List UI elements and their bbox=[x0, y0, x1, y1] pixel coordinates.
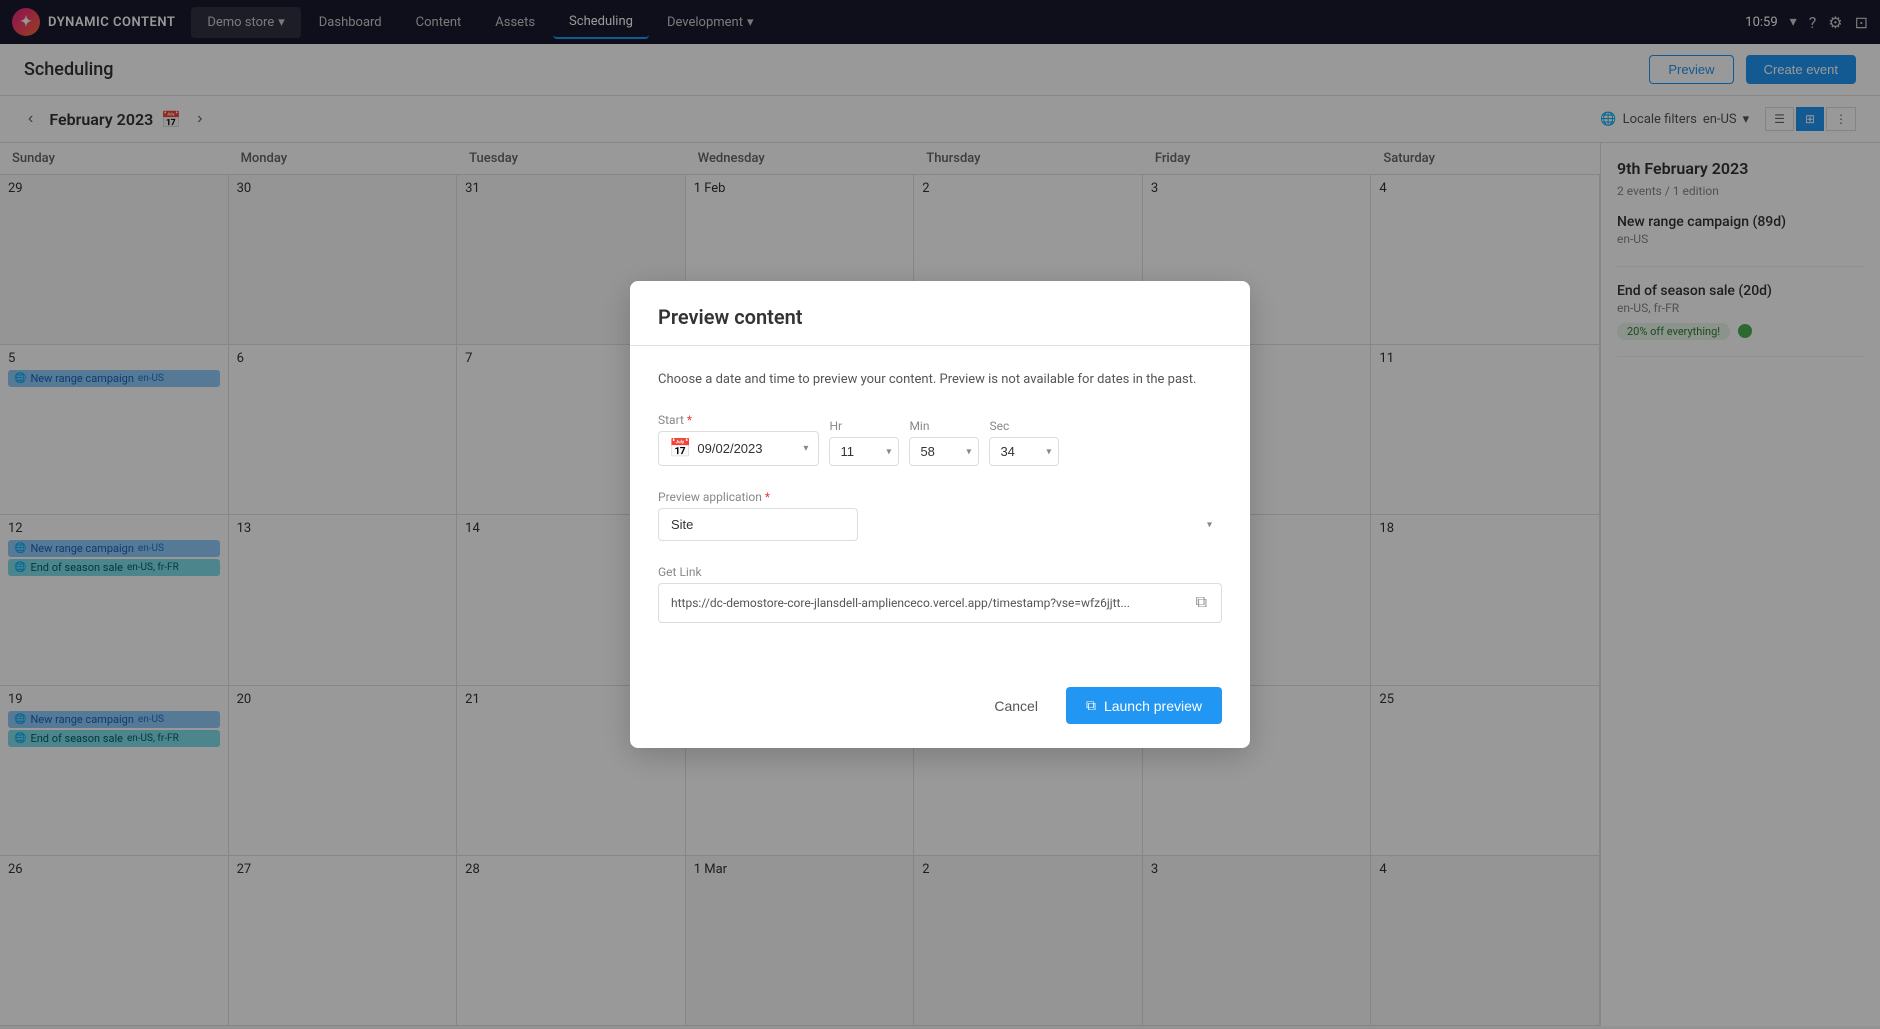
link-group: Get Link https://dc-demostore-core-jlans… bbox=[658, 565, 1222, 623]
date-input-wrapper[interactable]: 📅 ▾ bbox=[658, 431, 819, 466]
cancel-button[interactable]: Cancel bbox=[978, 687, 1054, 724]
datetime-row: Start * 📅 ▾ Hr 11 ▾ bbox=[658, 413, 1222, 466]
start-date-input[interactable] bbox=[697, 441, 797, 456]
chevron-down-icon: ▾ bbox=[1207, 519, 1212, 530]
modal-description: Choose a date and time to preview your c… bbox=[658, 370, 1222, 390]
calendar-icon: 📅 bbox=[669, 438, 691, 459]
modal-title: Preview content bbox=[658, 305, 1222, 329]
app-select[interactable]: Site bbox=[658, 508, 858, 541]
link-url: https://dc-demostore-core-jlansdell-ampl… bbox=[671, 596, 1186, 610]
start-label: Start * bbox=[658, 413, 819, 427]
hr-label: Hr bbox=[829, 419, 899, 433]
launch-preview-button[interactable]: ⧉ Launch preview bbox=[1066, 687, 1222, 724]
hr-select[interactable]: 11 bbox=[829, 437, 899, 466]
min-select[interactable]: 58 bbox=[909, 437, 979, 466]
start-form-group: Start * 📅 ▾ bbox=[658, 413, 819, 466]
hr-form-group: Hr 11 ▾ bbox=[829, 419, 899, 466]
copy-link-button[interactable]: ⧉ bbox=[1194, 592, 1209, 614]
chevron-down-icon: ▾ bbox=[803, 443, 808, 454]
app-label: Preview application * bbox=[658, 490, 1222, 504]
modal-footer: Cancel ⧉ Launch preview bbox=[630, 671, 1250, 748]
sec-form-group: Sec 34 ▾ bbox=[989, 419, 1059, 466]
min-form-group: Min 58 ▾ bbox=[909, 419, 979, 466]
link-row: https://dc-demostore-core-jlansdell-ampl… bbox=[658, 583, 1222, 623]
modal-header: Preview content bbox=[630, 281, 1250, 346]
sec-select[interactable]: 34 bbox=[989, 437, 1059, 466]
link-label: Get Link bbox=[658, 565, 1222, 579]
preview-content-modal: Preview content Choose a date and time t… bbox=[630, 281, 1250, 749]
sec-label: Sec bbox=[989, 419, 1059, 433]
external-link-icon: ⧉ bbox=[1086, 697, 1096, 714]
min-label: Min bbox=[909, 419, 979, 433]
app-select-wrapper: Preview application * Site ▾ bbox=[658, 490, 1222, 541]
modal-overlay: Preview content Choose a date and time t… bbox=[0, 0, 1880, 1029]
modal-body: Choose a date and time to preview your c… bbox=[630, 346, 1250, 672]
